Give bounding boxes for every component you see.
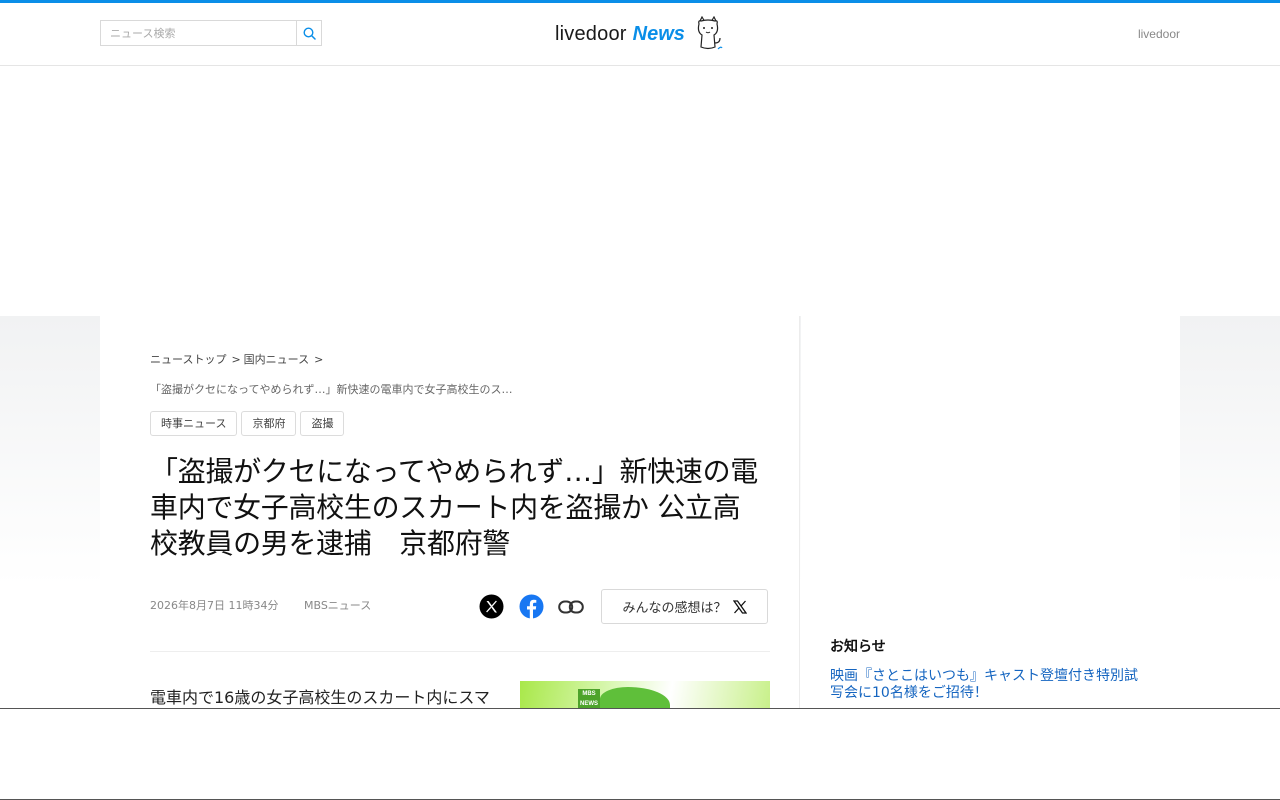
- share-bar: みんなの感想は？: [478, 589, 768, 624]
- notice-heading: お知らせ: [830, 639, 886, 655]
- livedoor-link[interactable]: livedoor: [1138, 27, 1180, 41]
- search-icon: [302, 26, 316, 40]
- tag-kyoto[interactable]: 京都府: [241, 411, 297, 436]
- article-source[interactable]: MBSニュース: [304, 599, 371, 612]
- link-icon: [558, 600, 584, 613]
- mascot-dog-icon: [697, 16, 723, 50]
- site-header: livedoor News livedoor: [0, 3, 1280, 66]
- copy-link-button[interactable]: [558, 594, 584, 620]
- mbs-logo: MBS NEWS: [578, 689, 600, 708]
- share-facebook-button[interactable]: [518, 594, 544, 620]
- breadcrumb-item-domestic[interactable]: 国内ニュース: [244, 353, 309, 366]
- article-title: 「盗撮がクセになってやめられず…」新快速の電車内で女子高校生のスカート内を盗撮か…: [150, 455, 759, 560]
- bottom-ad-area: [0, 708, 1280, 800]
- article-thumbnail[interactable]: MBS NEWS: [520, 681, 770, 708]
- article-date: 2026年8月7日 11時34分: [150, 599, 279, 612]
- reaction-label: みんなの感想は？: [622, 601, 727, 616]
- thumbnail-map-shape: [600, 687, 670, 708]
- search-button[interactable]: [296, 21, 321, 45]
- x-logo-icon: [732, 599, 747, 614]
- article-column: ニューストップ > 国内ニュース > 「盗撮がクセになってやめられず…」新快速の電車内…: [100, 316, 800, 708]
- notice-link[interactable]: 映画『さとこはいつも』キャスト登壇付き特別試写会に10名様をご招待！: [830, 668, 1150, 702]
- tag-tousatsu[interactable]: 盗撮: [300, 411, 345, 436]
- article-meta: 2026年8月7日 11時34分 MBSニュース: [150, 597, 371, 613]
- tag-list: 時事ニュース 京都府 盗撮: [150, 411, 345, 436]
- breadcrumb-separator: >: [314, 353, 324, 366]
- share-x-button[interactable]: [478, 594, 504, 620]
- article-lead: 電車内で16歳の女子高校生のスカート内にスマ: [150, 688, 490, 707]
- x-icon: [479, 594, 503, 619]
- tag-jiji-news[interactable]: 時事ニュース: [150, 411, 238, 436]
- sidebar: お知らせ 映画『さとこはいつも』キャスト登壇付き特別試写会に10名様をご招待！: [801, 316, 1180, 708]
- breadcrumb-separator: >: [231, 353, 241, 366]
- logo-accent: News: [632, 22, 685, 45]
- facebook-icon: [519, 594, 543, 619]
- breadcrumb-current: 「盗撮がクセになってやめられず…」新快速の電車内で女子高校生のス…: [150, 383, 513, 396]
- search-input[interactable]: [101, 21, 296, 45]
- breadcrumb: ニューストップ > 国内ニュース >: [150, 351, 326, 367]
- divider: [150, 651, 770, 652]
- reaction-button[interactable]: みんなの感想は？: [601, 589, 768, 624]
- search-box: [100, 20, 322, 46]
- logo-text: livedoor: [555, 22, 627, 45]
- site-logo[interactable]: livedoor News: [555, 15, 723, 53]
- top-ad-area: [0, 66, 1280, 316]
- breadcrumb-item-top[interactable]: ニューストップ: [150, 353, 226, 366]
